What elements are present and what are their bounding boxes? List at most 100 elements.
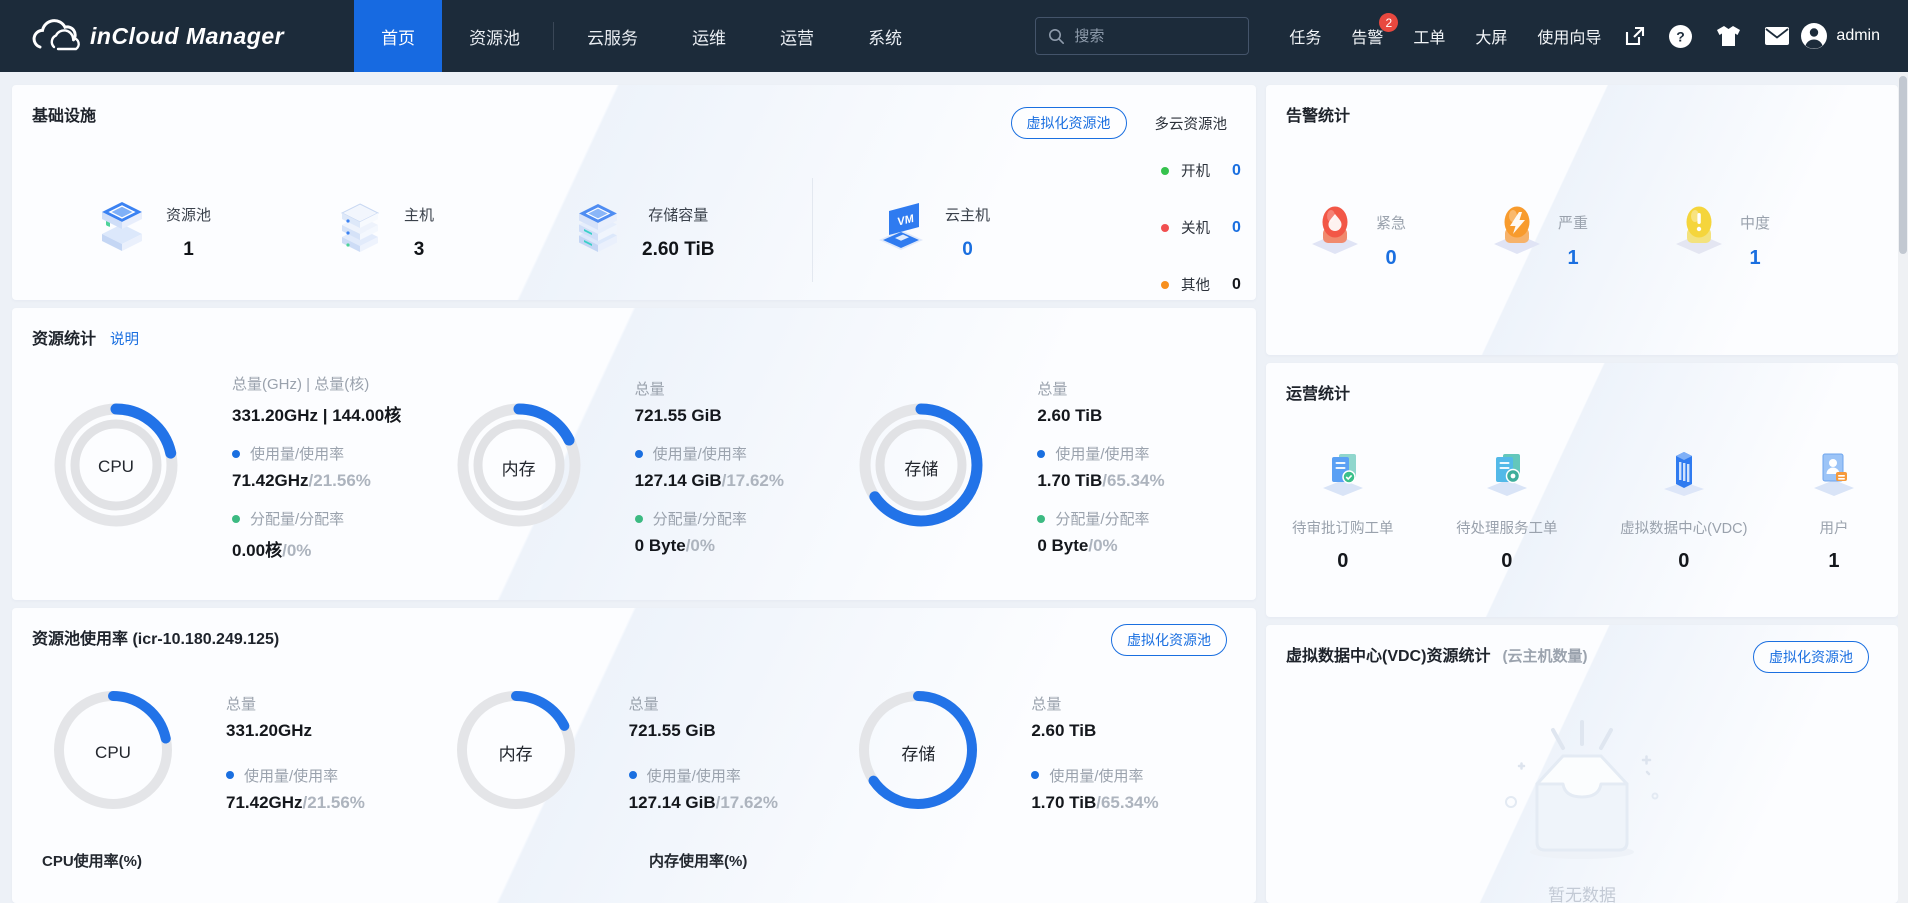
infra-item-label: 存储容量 <box>642 204 715 225</box>
menu-item-operation[interactable]: 运营 <box>753 0 841 72</box>
nav-link-guide[interactable]: 使用向导 <box>1537 24 1601 48</box>
mail-icon[interactable] <box>1764 26 1790 46</box>
global-search[interactable] <box>1035 17 1249 55</box>
cpu-gauge-group: CPU 总量(GHz) | 总量(核) 331.20GHz | 144.00核 … <box>48 373 451 561</box>
infra-item-storage[interactable]: 存储容量 2.60 TiB <box>570 198 808 261</box>
vm-icon: VM <box>869 198 929 261</box>
tab-virtual-resource-pool[interactable]: 虚拟化资源池 <box>1011 107 1127 139</box>
stat-label: 总量 <box>226 693 256 714</box>
vm-state-other: 其他 0 <box>1161 274 1241 295</box>
ops-item-pending-service[interactable]: 待处理服务工单 0 <box>1456 448 1558 573</box>
usage-stat: 使用量/使用率 1.70 TiB/65.34% <box>1037 443 1164 491</box>
ops-item-pending-orders[interactable]: 待审批订购工单 0 <box>1292 448 1394 573</box>
infra-item-label: 资源池 <box>166 204 211 225</box>
stat-value: 721.55 GiB <box>635 406 784 426</box>
empty-text: 暂无数据 <box>1548 881 1616 903</box>
total-stat: 总量 331.20GHz <box>226 693 365 741</box>
pool-memory-donut-chart: 内存 <box>451 685 581 820</box>
menu-item-ops[interactable]: 运维 <box>665 0 753 72</box>
nav-quick-links: 任务 告警2 工单 大屏 使用向导 <box>1289 24 1601 48</box>
donut-label: 存储 <box>853 685 983 820</box>
ops-label: 用户 <box>1819 517 1848 538</box>
storage-gauge-group: 存储 总量 2.60 TiB 使用量/使用率 1.70 TiB/65.34% 分… <box>853 373 1256 561</box>
infra-item-value: 0 <box>945 239 990 261</box>
ops-item-users[interactable]: 用户 1 <box>1810 448 1858 573</box>
menu-item-cloud-service[interactable]: 云服务 <box>560 0 665 72</box>
top-navbar: inCloud Manager 首页 资源池 云服务 运维 运营 系统 任务 告… <box>0 0 1908 72</box>
donut-label: CPU <box>48 685 178 820</box>
alarm-item-moderate[interactable]: 中度 1 <box>1670 200 1852 270</box>
usage-stat: 使用量/使用率 127.14 GiB/17.62% <box>635 443 784 491</box>
nav-link-tasks[interactable]: 任务 <box>1289 24 1321 48</box>
ops-item-vdc[interactable]: 虚拟数据中心(VDC) 0 <box>1620 448 1747 573</box>
user-card-icon <box>1810 448 1858 503</box>
page-scrollbar <box>1898 72 1908 903</box>
usage-stat: 使用量/使用率 1.70 TiB/65.34% <box>1031 765 1158 813</box>
order-ticket-icon <box>1319 448 1367 503</box>
stat-value: 71.42GHz <box>232 471 309 490</box>
stat-rate: /17.62% <box>722 471 784 490</box>
stat-value: 331.20GHz <box>226 721 365 741</box>
vm-state-value: 0 <box>1232 219 1241 237</box>
alarm-label: 中度 <box>1740 212 1770 233</box>
nav-link-big-screen[interactable]: 大屏 <box>1475 24 1507 48</box>
infra-item-vm[interactable]: VM 云主机 0 <box>869 198 1107 261</box>
shirt-icon[interactable] <box>1715 24 1742 48</box>
vm-state-label: 其他 <box>1181 274 1210 295</box>
donut-label: 内存 <box>451 397 587 538</box>
stat-value: 2.60 TiB <box>1037 406 1164 426</box>
pool-cpu-donut-chart: CPU <box>48 685 178 820</box>
infra-item-resource-pool[interactable]: 资源池 1 <box>94 198 332 261</box>
app-logo[interactable]: inCloud Manager <box>30 19 284 53</box>
pool-storage-donut-chart: 存储 <box>853 685 983 820</box>
stat-rate: /0% <box>1088 536 1117 555</box>
stat-value: 0 Byte <box>1037 536 1088 555</box>
alloc-stat: 分配量/分配率 0 Byte/0% <box>635 508 784 556</box>
total-stat: 总量 2.60 TiB <box>1031 693 1158 741</box>
menu-item-home[interactable]: 首页 <box>354 0 442 72</box>
stat-label: 使用量/使用率 <box>653 443 747 464</box>
nav-link-alarms[interactable]: 告警2 <box>1351 24 1383 48</box>
nav-link-alarms-label: 告警 <box>1351 30 1383 47</box>
alarm-label: 严重 <box>1558 212 1588 233</box>
alarm-item-critical[interactable]: 紧急 0 <box>1306 200 1488 270</box>
user-menu[interactable]: admin <box>1800 22 1880 50</box>
infra-item-value: 2.60 TiB <box>642 239 715 261</box>
alloc-dot <box>1037 515 1045 523</box>
help-link[interactable]: 说明 <box>110 328 139 349</box>
vdc-tab-virtual-resource-pool[interactable]: 虚拟化资源池 <box>1753 641 1869 673</box>
ops-value: 1 <box>1828 550 1839 573</box>
stat-rate: /0% <box>686 536 715 555</box>
stat-label: 使用量/使用率 <box>647 765 741 786</box>
alarm-item-major[interactable]: 严重 1 <box>1488 200 1670 270</box>
alloc-dot <box>635 515 643 523</box>
stat-value: 127.14 GiB <box>635 471 722 490</box>
help-icon[interactable]: ? <box>1668 24 1693 49</box>
stat-label: 使用量/使用率 <box>1055 443 1149 464</box>
nav-link-work-orders[interactable]: 工单 <box>1413 24 1445 48</box>
logo-text: inCloud Manager <box>90 23 284 50</box>
usage-dot <box>635 450 643 458</box>
stat-value: 0 Byte <box>635 536 686 555</box>
empty-box-icon <box>1477 704 1687 877</box>
infra-item-host[interactable]: 主机 3 <box>332 198 570 261</box>
menu-item-system[interactable]: 系统 <box>841 0 929 72</box>
infra-item-label: 主机 <box>404 204 434 225</box>
stat-rate: /17.62% <box>716 793 778 812</box>
search-input[interactable] <box>1074 28 1224 45</box>
stat-label: 总量 <box>635 378 665 399</box>
stat-value: 721.55 GiB <box>629 721 778 741</box>
menu-item-resource-pool[interactable]: 资源池 <box>442 0 547 72</box>
usage-stat: 使用量/使用率 71.42GHz/21.56% <box>226 765 365 813</box>
infra-item-value: 1 <box>166 239 211 261</box>
total-stat: 总量 721.55 GiB <box>635 378 784 426</box>
nav-icon-group: ? <box>1623 24 1790 49</box>
vdc-stats-title: 虚拟数据中心(VDC)资源统计 <box>1286 642 1490 666</box>
scrollbar-thumb[interactable] <box>1899 76 1907 254</box>
alarm-stats-title: 告警统计 <box>1266 85 1898 126</box>
external-link-icon[interactable] <box>1623 25 1646 48</box>
pool-tab-virtual-resource-pool[interactable]: 虚拟化资源池 <box>1111 624 1227 656</box>
tab-multicloud-resource-pool[interactable]: 多云资源池 <box>1155 113 1228 134</box>
total-stat: 总量(GHz) | 总量(核) 331.20GHz | 144.00核 <box>232 373 401 426</box>
usage-stat: 使用量/使用率 71.42GHz/21.56% <box>232 443 401 491</box>
